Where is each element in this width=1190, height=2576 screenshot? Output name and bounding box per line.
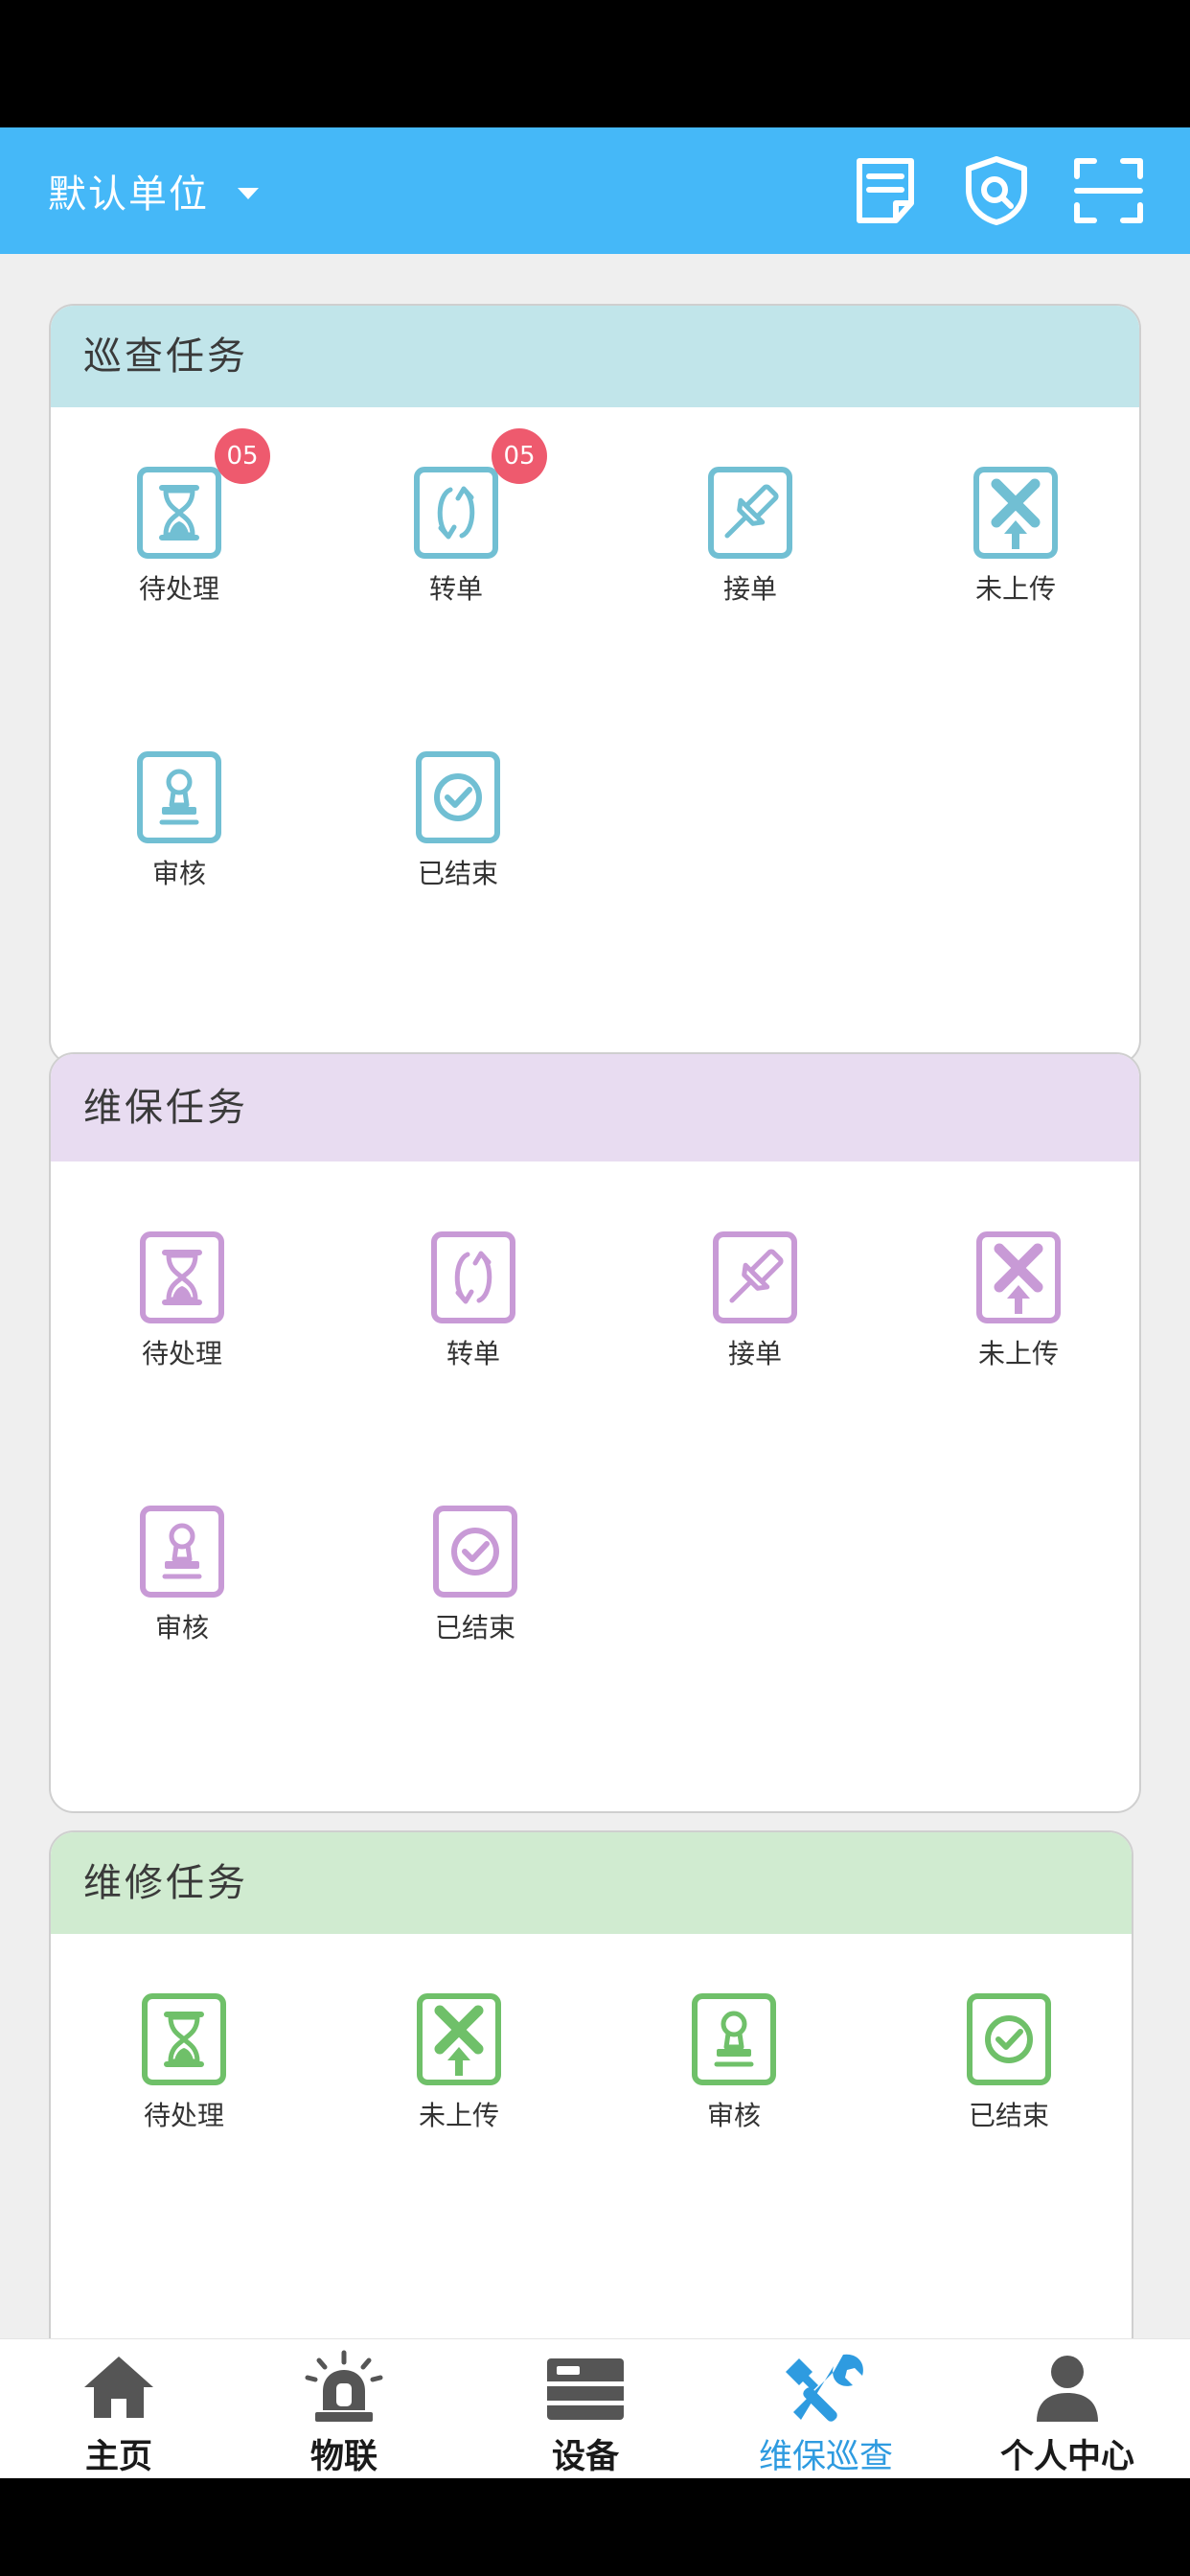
hourglass-icon [138,1230,226,1325]
item-label: 已结束 [434,1612,515,1644]
unit-name: 默认单位 [48,172,209,217]
tools-icon [780,2349,872,2426]
maintenance-accept-item[interactable]: 接单 [669,1230,841,1392]
maintenance-task-panel: 维保任务 待处理 转单 接单 未上传 审核 已结束 [49,1052,1141,1813]
pushpin-icon [706,465,794,561]
caret-down-icon [238,188,259,199]
tab-label: 主页 [84,2438,152,2476]
maintenance-transfer-item[interactable]: 转单 [387,1230,560,1392]
inspection-pending-item[interactable]: 05 待处理 [93,428,270,628]
check-circle-icon [414,749,502,845]
tab-device[interactable]: 设备 [467,2339,704,2479]
not-uploaded-icon [415,1991,503,2087]
tab-label: 设备 [551,2438,619,2476]
item-label: 未上传 [974,573,1056,605]
tab-label: 个人中心 [999,2438,1134,2476]
panel-title: 巡查任务 [83,334,248,379]
item-label: 已结束 [968,2100,1049,2131]
not-uploaded-icon [974,1230,1063,1325]
item-label: 转单 [428,573,483,605]
item-label: 审核 [154,1612,209,1644]
tab-iot[interactable]: 物联 [225,2339,463,2479]
user-icon [1021,2349,1113,2426]
item-label: 待处理 [143,2100,224,2131]
tab-label: 维保巡查 [758,2438,893,2476]
panel-title: 维修任务 [83,1861,248,1905]
item-label: 接单 [727,1338,782,1369]
stamp-icon [138,1504,226,1599]
check-circle-icon [965,1991,1053,2087]
panel-header: 巡查任务 [51,306,1139,407]
repair-finished-item[interactable]: 已结束 [923,1991,1095,2154]
hourglass-icon [140,1991,228,2087]
panel-title: 维保任务 [83,1086,248,1130]
stamp-icon [135,749,223,845]
bottom-tab-bar: 主页 物联 设备 维保巡查 个人中心 [0,2338,1190,2478]
hourglass-icon [135,465,223,561]
repair-pending-item[interactable]: 待处理 [98,1991,270,2154]
tab-personal-center[interactable]: 个人中心 [949,2339,1186,2479]
maintenance-not-uploaded-item[interactable]: 未上传 [932,1230,1105,1392]
count-badge: 05 [215,428,270,484]
device-icon [539,2349,631,2426]
maintenance-finished-item[interactable]: 已结束 [389,1504,561,1667]
alarm-light-icon [298,2349,390,2426]
scan-icon[interactable] [1073,155,1144,226]
content-area[interactable]: 巡查任务 05 待处理 05 转单 接单 未上传 审核 已结束 维保任务 待处理… [0,254,1190,2338]
inspection-task-panel: 巡查任务 05 待处理 05 转单 接单 未上传 审核 已结束 [49,304,1141,1065]
count-badge: 05 [492,428,547,484]
top-header: 默认单位 [0,127,1190,254]
inspection-not-uploaded-item[interactable]: 未上传 [929,465,1102,628]
inspection-transfer-item[interactable]: 05 转单 [370,428,547,628]
check-circle-icon [431,1504,519,1599]
unit-selector[interactable]: 默认单位 [48,164,259,218]
not-uploaded-icon [972,465,1060,561]
item-label: 已结束 [417,858,498,889]
item-label: 未上传 [977,1338,1059,1369]
repair-not-uploaded-item[interactable]: 未上传 [373,1991,545,2154]
transfer-icon [429,1230,517,1325]
item-label: 接单 [722,573,777,605]
item-label: 转单 [446,1338,500,1369]
item-label: 审核 [151,858,206,889]
inspection-accept-item[interactable]: 接单 [664,465,836,628]
maintenance-review-item[interactable]: 审核 [96,1504,268,1667]
panel-header: 维保任务 [51,1054,1139,1162]
tab-label: 物联 [309,2438,378,2476]
repair-review-item[interactable]: 审核 [648,1991,820,2154]
system-navigation-bar [0,2478,1190,2576]
item-label: 审核 [706,2100,761,2131]
status-bar [0,0,1190,127]
home-icon [73,2349,165,2426]
maintenance-pending-item[interactable]: 待处理 [96,1230,268,1392]
tab-maintenance-inspection[interactable]: 维保巡查 [707,2339,945,2479]
repair-task-panel: 维修任务 待处理 未上传 审核 已结束 [49,1830,1133,2338]
tab-home[interactable]: 主页 [0,2339,238,2479]
item-label: 待处理 [138,573,219,605]
stamp-icon [690,1991,778,2087]
inspection-review-item[interactable]: 审核 [93,749,265,912]
panel-header: 维修任务 [51,1832,1132,1934]
pushpin-icon [711,1230,799,1325]
inspection-finished-item[interactable]: 已结束 [372,749,544,912]
shield-search-icon[interactable] [961,155,1032,226]
item-label: 未上传 [418,2100,499,2131]
transfer-icon [412,465,500,561]
notes-icon[interactable] [850,155,921,226]
item-label: 待处理 [141,1338,222,1369]
